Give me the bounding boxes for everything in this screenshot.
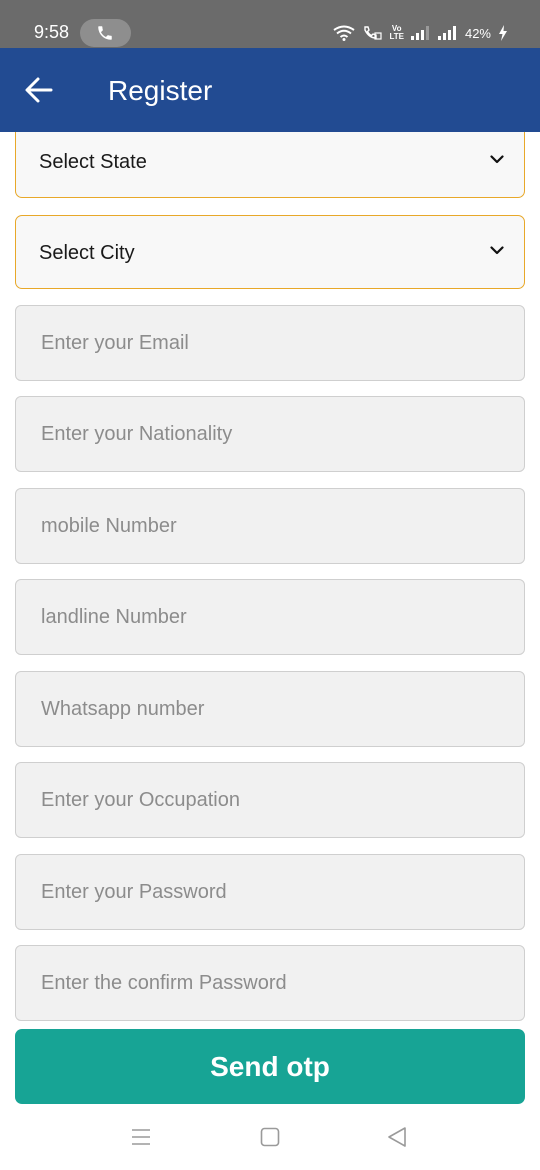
status-bar: 9:58 Vo LTE 42% xyxy=(0,0,540,48)
register-form: Select State Select City Send otp xyxy=(0,132,540,1104)
email-input[interactable] xyxy=(16,306,524,380)
back-arrow-icon[interactable] xyxy=(24,76,54,104)
city-select-value: Select City xyxy=(39,242,135,264)
home-icon[interactable] xyxy=(260,1127,280,1147)
wifi-icon xyxy=(333,25,356,41)
signal-strength-icon xyxy=(410,26,429,40)
confirm-password-input[interactable] xyxy=(16,946,524,1020)
volte-text-bottom: LTE xyxy=(389,32,404,41)
system-nav-bar xyxy=(0,1104,540,1170)
send-otp-button[interactable]: Send otp xyxy=(15,1029,525,1104)
mobile-number-input[interactable] xyxy=(16,489,524,563)
app-bar: Register xyxy=(0,48,540,132)
email-field xyxy=(15,305,525,381)
state-select-value: Select State xyxy=(39,151,147,173)
chevron-down-icon xyxy=(490,246,504,255)
confirm-password-field xyxy=(15,945,525,1021)
password-input[interactable] xyxy=(16,855,524,929)
chevron-down-icon xyxy=(490,155,504,164)
ongoing-call-pill[interactable] xyxy=(80,19,131,47)
page-title: Register xyxy=(108,75,213,106)
charging-icon xyxy=(499,25,507,41)
phone-icon xyxy=(98,26,112,40)
occupation-input[interactable] xyxy=(16,763,524,837)
state-select[interactable]: Select State xyxy=(15,132,525,198)
whatsapp-field xyxy=(15,671,525,747)
nationality-field xyxy=(15,396,525,472)
wifi-calling-icon xyxy=(364,26,383,40)
status-icons: Vo LTE 42% xyxy=(333,24,508,42)
whatsapp-number-input[interactable] xyxy=(16,672,524,746)
signal-strength-icon-2 xyxy=(437,26,456,40)
volte-indicator: Vo LTE xyxy=(389,25,404,41)
landline-number-input[interactable] xyxy=(16,580,524,654)
back-triangle-icon[interactable] xyxy=(386,1126,408,1148)
city-select[interactable]: Select City xyxy=(15,215,525,289)
status-time: 9:58 xyxy=(34,22,70,42)
nationality-input[interactable] xyxy=(16,397,524,471)
occupation-field xyxy=(15,762,525,838)
landline-field xyxy=(15,579,525,655)
mobile-field xyxy=(15,488,525,564)
battery-percentage: 42% xyxy=(464,25,491,41)
menu-icon[interactable] xyxy=(131,1128,151,1146)
password-field xyxy=(15,854,525,930)
